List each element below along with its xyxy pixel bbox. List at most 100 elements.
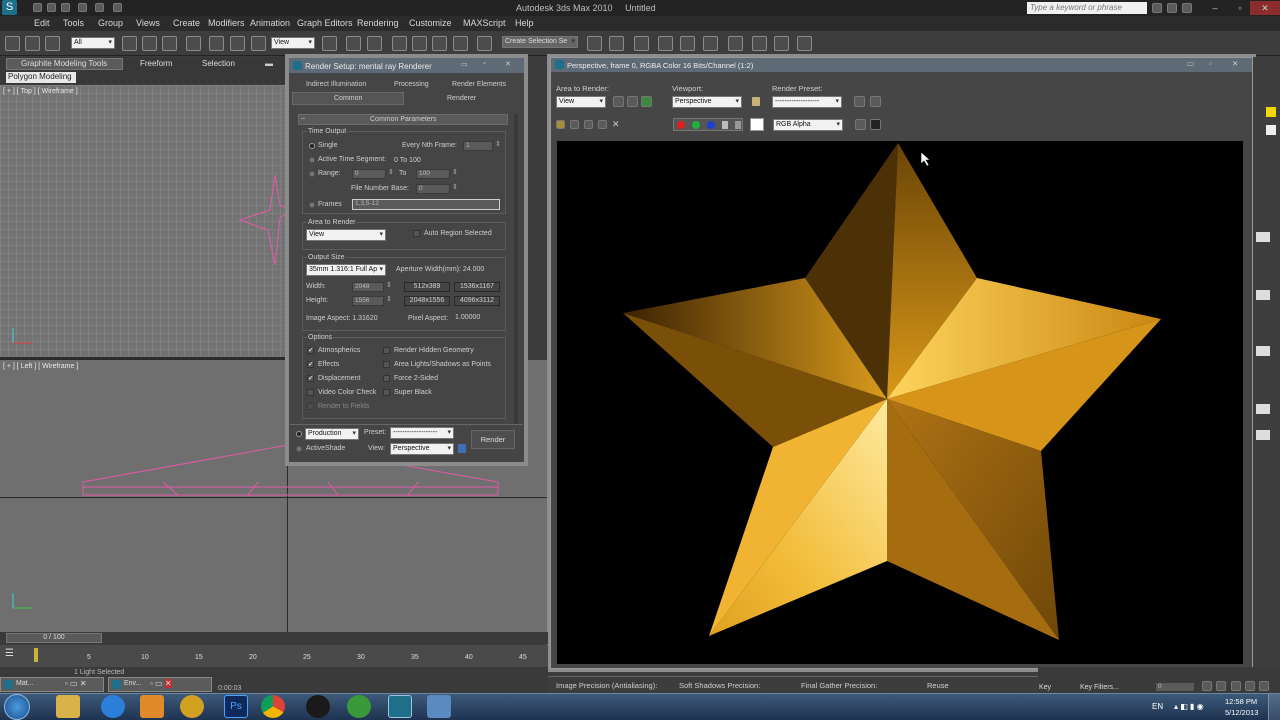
cmd-field-2[interactable] (1256, 346, 1270, 356)
graphite-toggle-icon[interactable] (658, 36, 673, 51)
frame-buffer-close-button[interactable]: ✕ (1232, 59, 1238, 68)
atmospherics-checkbox[interactable]: ✓ (307, 347, 314, 354)
time-config-icon[interactable] (1216, 681, 1226, 691)
mirror-icon[interactable] (587, 36, 602, 51)
undo-icon[interactable] (78, 3, 87, 12)
named-selection-dropdown[interactable]: Create Selection Se (502, 36, 578, 48)
taskbar-app-icon[interactable] (180, 695, 204, 718)
viewport-left-label[interactable]: [ + ] [ Left ] [ Wireframe ] (3, 363, 78, 370)
clock-time[interactable]: 12:58 PM (1225, 697, 1257, 706)
menu-modifiers[interactable]: Modifiers (208, 18, 245, 28)
fb-alpha-channel-icon[interactable] (722, 121, 728, 129)
frame-buffer-minimize-button[interactable]: ▭ (1187, 59, 1194, 68)
cmd-field-1[interactable] (1256, 290, 1270, 300)
menu-rendering[interactable]: Rendering (357, 18, 399, 28)
render-hidden-geometry-checkbox[interactable] (383, 347, 390, 354)
cmd-field-4[interactable] (1256, 430, 1270, 440)
output-size-preset-dropdown[interactable]: 35mm 1.316:1 Full Ap (306, 264, 386, 276)
rotate-icon[interactable] (230, 36, 245, 51)
star-favorites-icon[interactable] (1167, 3, 1177, 13)
render-setup-maximize-button[interactable]: ▫ (483, 60, 485, 67)
spinner-snap-icon[interactable] (453, 36, 468, 51)
fb-mono-icon[interactable] (735, 121, 741, 129)
fb-lock-icon[interactable] (752, 97, 760, 106)
current-frame-marker[interactable] (34, 648, 38, 662)
select-manipulate-icon[interactable] (346, 36, 361, 51)
start-button[interactable] (4, 694, 30, 720)
range-to-field[interactable]: 100 (416, 169, 458, 179)
pixel-aspect-value[interactable]: 1.00000 (455, 314, 480, 321)
render-setup-minimize-button[interactable]: ▭ (461, 60, 468, 68)
menu-create[interactable]: Create (173, 18, 200, 28)
fb-copy-icon[interactable] (584, 120, 593, 129)
zoom-extents-icon[interactable] (1231, 681, 1241, 691)
file-number-base-field[interactable]: 0 (416, 184, 458, 194)
frames-field[interactable]: 1,3,5-12 (352, 199, 500, 210)
render-production-icon[interactable] (797, 36, 812, 51)
link-icon[interactable] (25, 36, 40, 51)
fb-render-region-icon[interactable] (641, 96, 652, 107)
production-dropdown[interactable]: Production (305, 428, 359, 440)
fb-render-setup-icon[interactable] (854, 96, 865, 107)
clock-date[interactable]: 5/12/2013 (1225, 708, 1258, 717)
taskbar-media-icon[interactable] (140, 695, 164, 718)
select-object-icon[interactable] (122, 36, 137, 51)
taskbar-explorer-icon[interactable] (56, 695, 80, 718)
curve-editor-icon[interactable] (680, 36, 695, 51)
current-frame-field[interactable]: 0 (1155, 682, 1195, 692)
ribbon-minimize-icon[interactable]: ▬ (265, 59, 273, 68)
redo-icon[interactable] (95, 3, 104, 12)
open-file-icon[interactable] (47, 3, 56, 12)
menu-views[interactable]: Views (136, 18, 160, 28)
pivot-center-icon[interactable] (322, 36, 337, 51)
cmd-color-swatch[interactable] (1266, 107, 1276, 117)
force-2-sided-checkbox[interactable] (383, 375, 390, 382)
close-button[interactable]: ✕ (1250, 1, 1280, 15)
ref-coord-dropdown[interactable]: View (271, 37, 315, 49)
tab-render-elements[interactable]: Render Elements (452, 81, 506, 88)
rect-selection-icon[interactable] (162, 36, 177, 51)
fb-render-preset-dropdown[interactable]: ------------------- (772, 96, 842, 108)
time-slider-thumb[interactable]: 0 / 100 (6, 633, 102, 643)
fb-clear-icon[interactable]: ✕ (612, 119, 620, 130)
taskbar-app2-icon[interactable] (306, 695, 330, 718)
key-mode-icon[interactable] (1202, 681, 1212, 691)
taskbar-3dsmax-icon[interactable] (388, 695, 412, 718)
radio-range[interactable] (309, 171, 315, 177)
menu-animation[interactable]: Animation (250, 18, 290, 28)
menu-help[interactable]: Help (515, 18, 534, 28)
frame-buffer-maximize-button[interactable]: ▫ (1209, 59, 1212, 68)
show-desktop-button[interactable] (1268, 694, 1280, 720)
displacement-checkbox[interactable]: ✓ (307, 375, 314, 382)
menu-group[interactable]: Group (98, 18, 123, 28)
render-setup-icon[interactable] (752, 36, 767, 51)
rendered-image[interactable] (557, 141, 1243, 664)
search-icon[interactable] (1152, 3, 1162, 13)
selection-filter-dropdown[interactable]: All (71, 37, 115, 49)
fb-auto-region-icon[interactable] (627, 96, 638, 107)
layer-manager-icon[interactable] (634, 36, 649, 51)
taskbar-ie-icon[interactable] (101, 695, 125, 718)
radio-frames[interactable] (309, 202, 315, 208)
render-button[interactable]: Render (471, 430, 515, 449)
video-color-check-checkbox[interactable] (307, 389, 314, 396)
search-input[interactable]: Type a keyword or phrase (1027, 2, 1147, 14)
snaps-toggle-icon[interactable] (392, 36, 407, 51)
keyboard-shortcut-icon[interactable] (367, 36, 382, 51)
render-to-fields-checkbox[interactable] (307, 403, 314, 410)
render-setup-close-button[interactable]: ✕ (505, 60, 511, 68)
fb-channel-dropdown[interactable]: RGB Alpha (773, 119, 843, 131)
fb-environment-icon[interactable] (870, 96, 881, 107)
preset-4096x3112-button[interactable]: 4096x3112 (454, 296, 500, 306)
super-black-checkbox[interactable] (383, 389, 390, 396)
fb-blue-channel-icon[interactable] (707, 121, 715, 129)
tab-freeform[interactable]: Freeform (140, 59, 172, 70)
tray-icons[interactable]: ▴ ◧ ▮ ◉ (1174, 702, 1204, 711)
language-indicator[interactable]: EN (1152, 702, 1163, 711)
angle-snap-icon[interactable] (412, 36, 427, 51)
menu-graph-editors[interactable]: Graph Editors (297, 18, 353, 28)
hold-icon[interactable] (113, 3, 122, 12)
new-file-icon[interactable] (33, 3, 42, 12)
preset-512x389-button[interactable]: 512x389 (404, 282, 450, 292)
edit-named-sel-icon[interactable] (477, 36, 492, 51)
